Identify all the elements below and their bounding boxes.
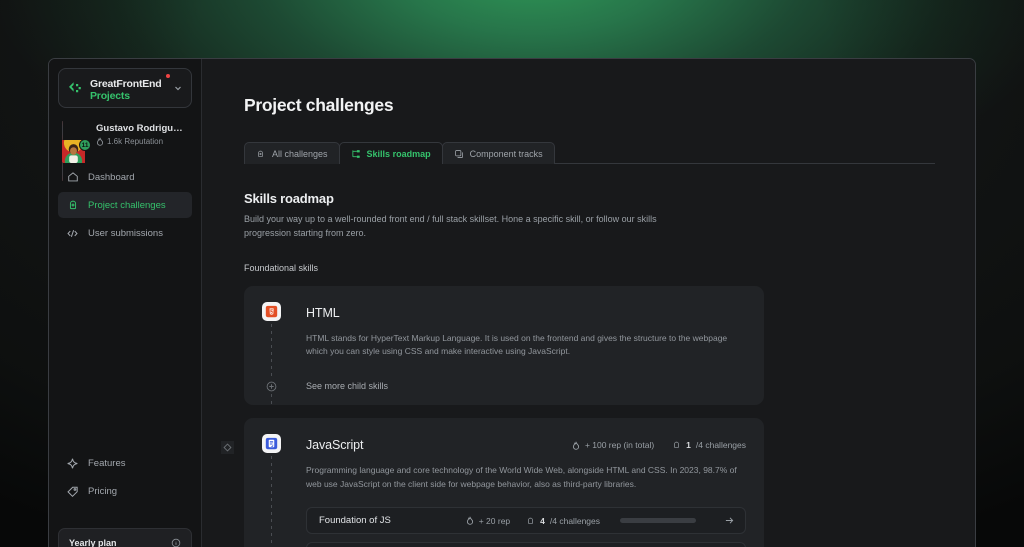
skill-header-meta: + 100 rep (in total) 1 /4 challenges (572, 440, 746, 450)
chevron-down-icon[interactable] (173, 83, 183, 93)
skill-rail (271, 323, 272, 406)
child-skill-meta: + 20 rep 4 /4 challenges (466, 515, 735, 526)
skill-rail (271, 456, 272, 547)
brand-product: Projects (90, 89, 130, 102)
tab-list: All challenges Skills roadmap Component … (244, 142, 975, 165)
sidebar-item-label: Features (88, 457, 126, 469)
brand-name: GreatFrontEnd (90, 77, 162, 90)
tracks-icon (454, 149, 464, 159)
fire-icon (572, 441, 580, 450)
javascript-doc-icon (262, 434, 281, 454)
sidebar-item-user-submissions[interactable]: User submissions (58, 220, 192, 246)
child-challenges: 4 /4 challenges (526, 516, 600, 526)
brand-text: GreatFrontEnd Projects (90, 73, 170, 103)
tab-label: Component tracks (469, 148, 543, 159)
skill-rep: + 100 rep (in total) (572, 440, 654, 450)
child-skill-list: Foundation of JS + 20 rep 4 /4 challenge… (221, 441, 746, 547)
diamond-node-icon (221, 441, 234, 455)
skill-challenges-done: 1 (686, 440, 691, 451)
home-icon (66, 171, 79, 184)
sidebar-item-label: Pricing (88, 485, 118, 497)
skill-rep-label: + 100 rep (in total) (584, 440, 655, 451)
sidebar-item-project-challenges[interactable]: Project challenges (58, 192, 192, 218)
challenge-icon (66, 199, 79, 212)
tab-all-challenges[interactable]: All challenges (244, 142, 340, 164)
skill-header: JavaScript + 100 rep (in total) 1 /4 cha… (306, 434, 746, 456)
challenge-icon (526, 516, 535, 526)
plan-header: Yearly plan (69, 538, 181, 547)
tab-component-tracks[interactable]: Component tracks (441, 142, 555, 164)
skill-name: JavaScript (306, 438, 364, 453)
sidebar-item-dashboard[interactable]: Dashboard (58, 164, 192, 190)
greatfrontend-logo-icon (67, 80, 83, 96)
code-brackets-icon (66, 227, 79, 240)
notification-dot-icon (166, 73, 170, 78)
sidebar-item-label: Dashboard (88, 171, 135, 183)
tab-label: All challenges (272, 148, 328, 159)
section-header: Skills roadmap Build your way up to a we… (244, 191, 975, 241)
sidebar-secondary-nav: Features Pricing (58, 450, 192, 504)
sidebar-item-label: Project challenges (88, 199, 166, 211)
user-profile[interactable]: 11 Gustavo Rodrigue... 1.6k Reputation (58, 121, 192, 181)
child-skill-row-foundation-of-js[interactable]: Foundation of JS + 20 rep 4 /4 challenge… (221, 441, 746, 535)
skill-group-label: Foundational skills (244, 262, 319, 273)
brand-switcher[interactable]: GreatFrontEnd Projects (58, 68, 192, 108)
plus-circle-icon[interactable] (265, 379, 278, 393)
main-content: Project challenges All challenges Skills… (202, 59, 975, 547)
child-rep-label: + 20 rep (478, 515, 511, 526)
sidebar-nav: Dashboard Project challenges User submis… (58, 164, 192, 246)
arrow-right-icon[interactable] (724, 515, 735, 526)
sparkle-icon (66, 457, 79, 470)
sidebar: GreatFrontEnd Projects 11 Gustavo Rodrig… (49, 59, 202, 547)
section-description: Build your way up to a well-rounded fron… (244, 214, 657, 238)
see-more-child-skills-label[interactable]: See more child skills (306, 381, 388, 391)
child-challenges-done: 4 (540, 515, 545, 526)
roadmap-icon (351, 149, 361, 159)
child-skill-row-dom-in-javascript[interactable]: Dom in JavaScript + 20 rep (221, 441, 746, 547)
page-title: Project challenges (244, 95, 394, 115)
child-rep: + 20 rep (466, 516, 510, 526)
avatar: 11 (62, 121, 91, 181)
skill-description: Programming language and core technology… (306, 465, 737, 489)
level-badge: 11 (79, 139, 91, 151)
sidebar-item-label: User submissions (88, 227, 163, 239)
skill-card-javascript[interactable]: JavaScript + 100 rep (in total) 1 /4 cha… (221, 418, 764, 547)
skill-name: HTML (306, 305, 340, 320)
info-circle-icon[interactable] (171, 538, 181, 547)
skill-challenges-total: /4 challenges (695, 440, 746, 451)
app-window: GreatFrontEnd Projects 11 Gustavo Rodrig… (48, 58, 976, 547)
reputation-text: 1.6k Reputation (107, 136, 164, 146)
child-challenges-total: /4 challenges (549, 515, 600, 526)
skill-card-html[interactable]: HTML HTML stands for HyperText Markup La… (244, 285, 764, 406)
section-title: Skills roadmap (244, 191, 334, 206)
sidebar-item-features[interactable]: Features (58, 450, 192, 476)
skill-header: HTML (306, 302, 746, 324)
tab-label: Skills roadmap (366, 148, 431, 159)
html5-icon (262, 301, 281, 321)
user-reputation: 1.6k Reputation (96, 137, 186, 147)
skill-challenges: 1 /4 challenges (672, 440, 746, 450)
skill-card-body: JavaScript + 100 rep (in total) 1 /4 cha… (221, 434, 746, 547)
child-skill-name: Foundation of JS (319, 515, 391, 527)
challenge-icon (672, 440, 681, 450)
see-more-row[interactable]: See more child skills (265, 379, 746, 393)
sidebar-item-pricing[interactable]: Pricing (58, 478, 192, 504)
challenge-icon (256, 149, 266, 159)
skill-description: HTML stands for HyperText Markup Languag… (306, 332, 728, 357)
progress-bar-foundation-of-js (620, 518, 696, 524)
user-meta: Gustavo Rodrigue... 1.6k Reputation (96, 123, 186, 147)
skill-card-body: HTML HTML stands for HyperText Markup La… (262, 301, 746, 406)
tab-skills-roadmap[interactable]: Skills roadmap (338, 142, 443, 165)
tabs-container: All challenges Skills roadmap Component … (244, 142, 975, 165)
plan-card[interactable]: Yearly plan Full access to tracks & skil… (58, 528, 192, 547)
user-name: Gustavo Rodrigue... (96, 123, 186, 135)
price-tag-icon (66, 485, 79, 498)
fire-icon (96, 137, 104, 147)
fire-icon (466, 516, 474, 526)
plan-title: Yearly plan (69, 538, 117, 547)
